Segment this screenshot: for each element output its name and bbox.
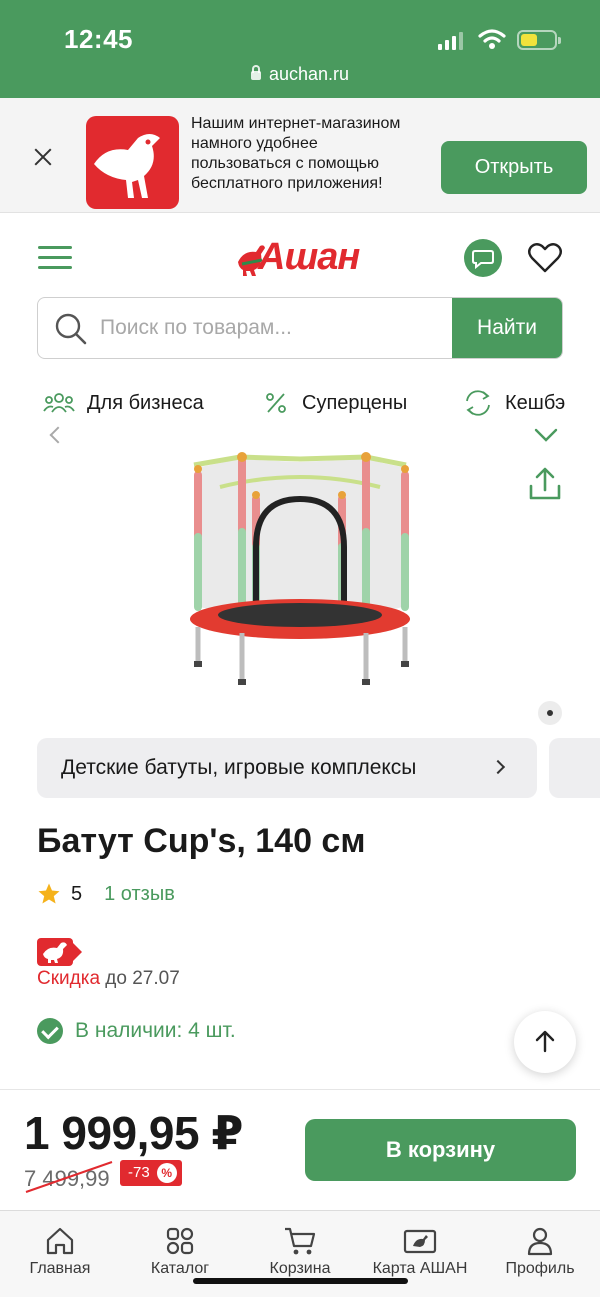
product-gallery[interactable] (0, 421, 600, 733)
promo-bird-icon (37, 938, 82, 966)
search-button[interactable]: Найти (452, 298, 562, 358)
status-time: 12:45 (64, 24, 133, 54)
trampoline-image (190, 452, 410, 685)
quick-link-business[interactable]: Для бизнеса (43, 385, 204, 421)
tab-label: Каталог (150, 1260, 210, 1277)
catalog-icon (166, 1227, 194, 1255)
open-app-button[interactable]: Открыть (441, 141, 587, 194)
tab-auchan-card[interactable]: Карта АШАН (360, 1226, 480, 1278)
share-icon[interactable] (528, 466, 562, 502)
quick-link-cashback[interactable]: Кешбэ (463, 385, 565, 421)
search-input[interactable] (100, 298, 450, 358)
chevron-down-icon[interactable] (534, 427, 558, 443)
url-text: auchan.ru (268, 64, 350, 84)
banner-text: Нашим интернет-магазином намного удобнее… (191, 115, 401, 192)
brand-name: Ашан (258, 236, 360, 278)
discount-percent: % (156, 1163, 177, 1183)
address-bar[interactable]: auchan.ru (0, 64, 600, 85)
category-chip-label: Детские батуты, игровые комплексы (61, 756, 417, 779)
gallery-page-indicator (538, 701, 562, 725)
tab-label: Профиль (505, 1260, 575, 1277)
search-icon (55, 313, 87, 345)
status-bar: 12:45 auchan.ru (0, 0, 600, 98)
tab-home[interactable]: Главная (0, 1226, 120, 1278)
menu-icon[interactable] (38, 244, 74, 272)
sale-info: Скидка до 27.07 (37, 968, 180, 990)
arrow-up-icon (535, 1030, 555, 1053)
profile-icon (527, 1227, 553, 1256)
cart-icon (285, 1227, 316, 1255)
product-title: Батут Cup's, 140 см (37, 822, 366, 860)
current-price: 1 999,95 ₽ (24, 1107, 243, 1159)
wifi-icon (478, 29, 506, 49)
category-chip-next[interactable] (549, 738, 600, 798)
chevron-right-icon (490, 759, 506, 775)
card-icon (403, 1229, 437, 1254)
close-icon[interactable] (30, 144, 56, 170)
chat-icon[interactable] (464, 239, 502, 277)
reviews-link[interactable]: 1 отзыв (104, 883, 175, 906)
sale-label: Скидка (37, 968, 101, 989)
add-to-cart-button[interactable]: В корзину (305, 1119, 576, 1181)
stock-text: В наличии: 4 шт. (75, 1019, 236, 1042)
home-icon (46, 1227, 74, 1255)
tab-label: Карта АШАН (372, 1260, 468, 1277)
quick-link-label: Кешбэ (505, 391, 566, 414)
tab-label: Главная (29, 1260, 91, 1277)
tab-catalog[interactable]: Каталог (120, 1226, 240, 1278)
people-icon (43, 393, 75, 413)
product-rating: 5 1 отзыв (37, 882, 175, 906)
stock-status: В наличии: 4 шт. (37, 1018, 236, 1044)
quick-link-label: Суперцены (302, 391, 408, 414)
scroll-to-top-button[interactable] (514, 1011, 576, 1073)
lock-icon (250, 65, 261, 80)
heart-icon[interactable] (526, 240, 564, 276)
brand-logo[interactable]: Ашан (236, 236, 366, 280)
refresh-icon (466, 390, 490, 416)
rating-value: 5 (71, 882, 83, 905)
cellular-signal-icon (438, 32, 463, 50)
tab-cart[interactable]: Корзина (240, 1226, 360, 1278)
quick-links: Для бизнеса Суперцены Кешбэ (0, 385, 600, 421)
discount-value: -73 (128, 1164, 150, 1181)
auchan-app-logo (86, 116, 179, 209)
category-chip[interactable]: Детские батуты, игровые комплексы (37, 738, 537, 798)
home-indicator (193, 1278, 408, 1284)
percent-icon (266, 393, 286, 413)
quick-link-label: Для бизнеса (87, 391, 204, 414)
quick-link-superprices[interactable]: Суперцены (262, 385, 407, 421)
tab-profile[interactable]: Профиль (480, 1226, 600, 1278)
search-bar: Найти (37, 297, 563, 359)
tab-label: Корзина (269, 1260, 331, 1277)
sale-until: до 27.07 (100, 968, 180, 989)
discount-badge: -73 % (120, 1160, 182, 1186)
battery-icon (517, 30, 561, 50)
chevron-left-icon[interactable] (49, 426, 67, 444)
check-circle-icon (37, 1018, 63, 1044)
strikethrough-line (25, 1161, 113, 1193)
star-icon (38, 883, 60, 904)
